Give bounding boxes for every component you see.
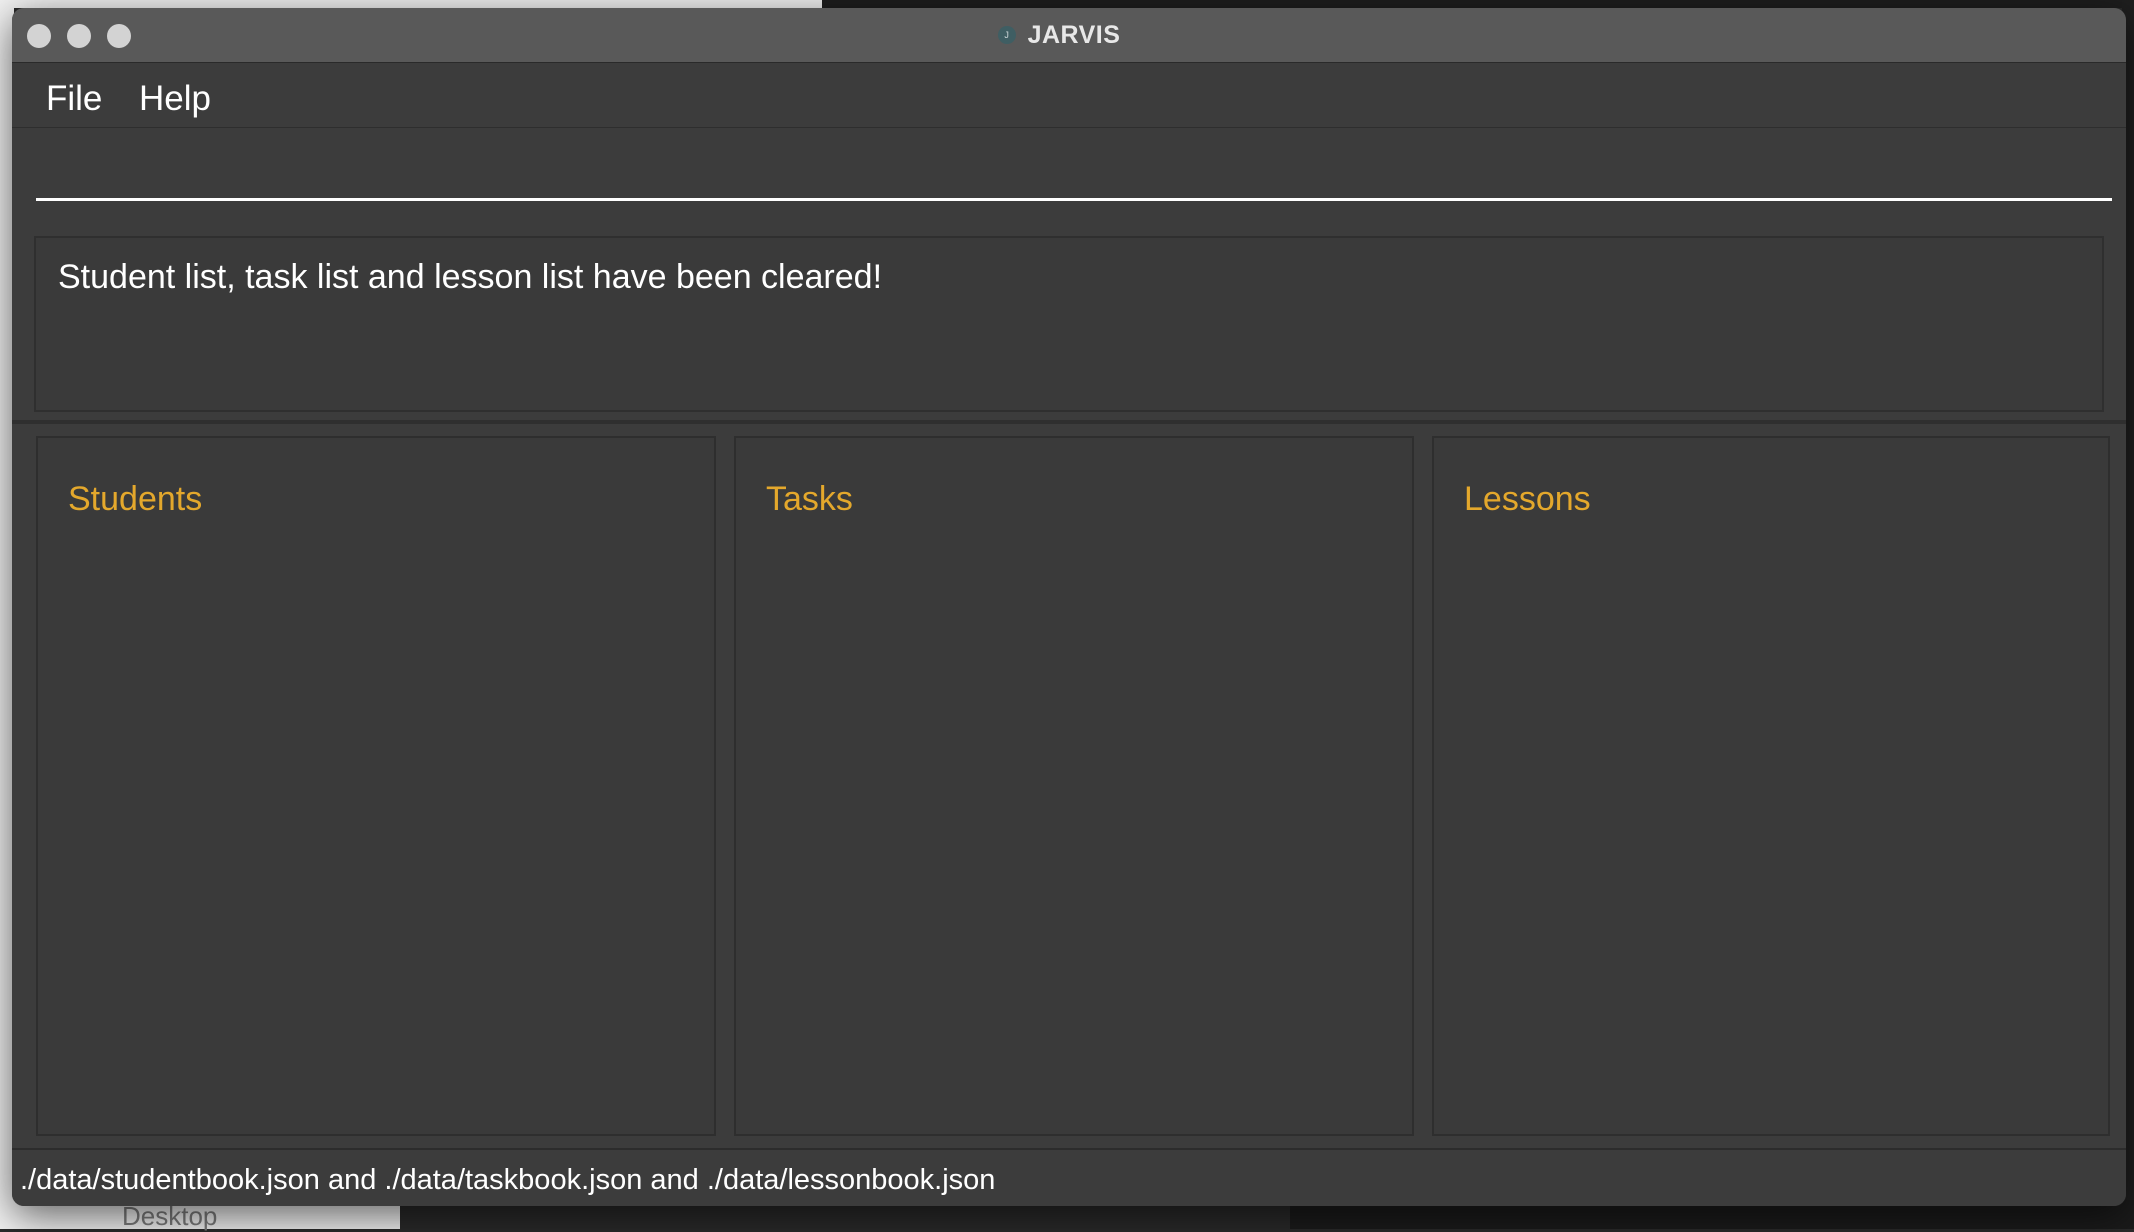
lessons-panel[interactable]: Lessons (1432, 436, 2110, 1136)
app-icon: J (997, 26, 1016, 44)
status-bar: ./data/studentbook.json and ./data/taskb… (12, 1148, 2126, 1206)
window-title: JARVIS (1027, 20, 1121, 49)
menu-bar: File Help (12, 63, 2126, 128)
students-panel[interactable]: Students (36, 436, 716, 1136)
title-container: J JARVIS (12, 8, 2126, 62)
tasks-panel-title: Tasks (766, 480, 853, 518)
section-divider (12, 420, 2126, 424)
result-message: Student list, task list and lesson list … (58, 258, 883, 296)
command-input[interactable] (36, 148, 2112, 201)
tasks-panel[interactable]: Tasks (734, 436, 1414, 1136)
result-display: Student list, task list and lesson list … (34, 236, 2104, 412)
jarvis-window: J JARVIS File Help Student list, task li… (12, 8, 2126, 1206)
students-panel-title: Students (68, 480, 203, 518)
menu-file[interactable]: File (46, 79, 102, 119)
title-bar[interactable]: J JARVIS (12, 8, 2126, 63)
menu-help[interactable]: Help (139, 79, 211, 119)
desktop-background-top (0, 0, 2134, 8)
command-box-container (12, 128, 2126, 228)
lessons-panel-title: Lessons (1464, 480, 1591, 518)
status-bar-text: ./data/studentbook.json and ./data/taskb… (20, 1164, 996, 1196)
